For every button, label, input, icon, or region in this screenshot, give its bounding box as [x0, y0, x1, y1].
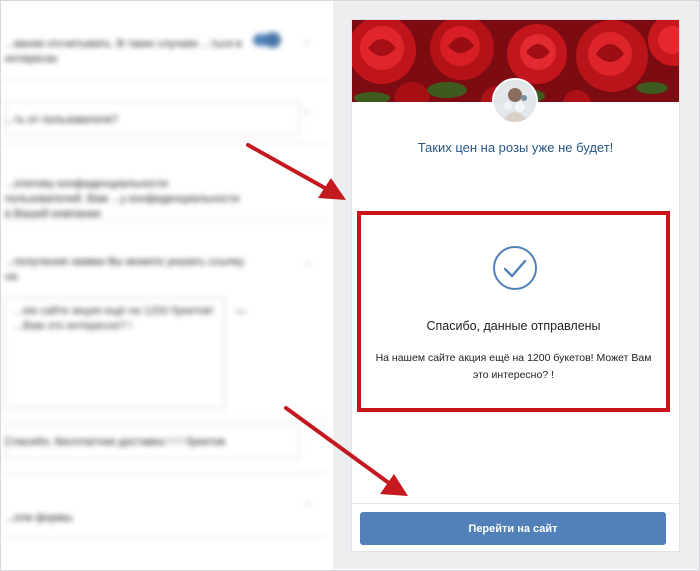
divider — [1, 419, 327, 420]
card-title: Таких цен на розы уже не будет! — [417, 140, 614, 155]
checkmark-circle-icon — [493, 246, 537, 290]
settings-toggle[interactable] — [253, 32, 281, 48]
settings-row-text: ...олитику конфиденциальности пользовате… — [5, 178, 240, 220]
divider — [1, 473, 327, 474]
go-to-site-button[interactable]: Перейти на сайт — [360, 512, 666, 545]
success-message-highlight: Спасибо, данные отправлены На нашем сайт… — [357, 211, 670, 412]
chevron-down-icon[interactable]: ⌄ — [303, 105, 311, 116]
success-text: На нашем сайте акция ещё на 1200 букетов… — [375, 352, 652, 381]
settings-textarea[interactable]: ...ем сайте акция ещё на 1200 букетов! .… — [3, 297, 225, 409]
divider — [1, 537, 327, 538]
settings-row-text: ...ть от пользователя? — [5, 114, 118, 126]
settings-row-text: ...получения заявки Вы можете указать сс… — [5, 256, 245, 283]
textarea-value: ...ем сайте акция ещё на 1200 букетов! .… — [14, 305, 214, 332]
chevron-down-icon[interactable]: ⌄ — [303, 167, 311, 178]
chevron-down-icon[interactable]: ⌄ — [303, 497, 311, 508]
divider — [352, 503, 679, 504]
settings-panel: ...вание отсчитывать. В таких случаях ..… — [1, 1, 333, 569]
chevron-down-icon[interactable]: ⌄ — [303, 257, 311, 268]
bouquet-avatar — [492, 78, 538, 124]
success-title: Спасибо, данные отправлены — [426, 319, 601, 333]
divider — [1, 143, 327, 144]
avatar-image — [494, 80, 536, 122]
settings-row-text: ...вание отсчитывать. В таких случаях ..… — [5, 38, 242, 65]
chevron-down-icon[interactable]: ⌄ — [303, 35, 311, 46]
divider — [1, 79, 327, 80]
settings-row-text: Спасибо, Бесплатная доставка ! ! ! букет… — [5, 436, 226, 448]
divider — [1, 219, 327, 220]
more-icon[interactable]: ••• — [235, 307, 246, 318]
settings-row-text: ...оли формы — [5, 512, 73, 524]
